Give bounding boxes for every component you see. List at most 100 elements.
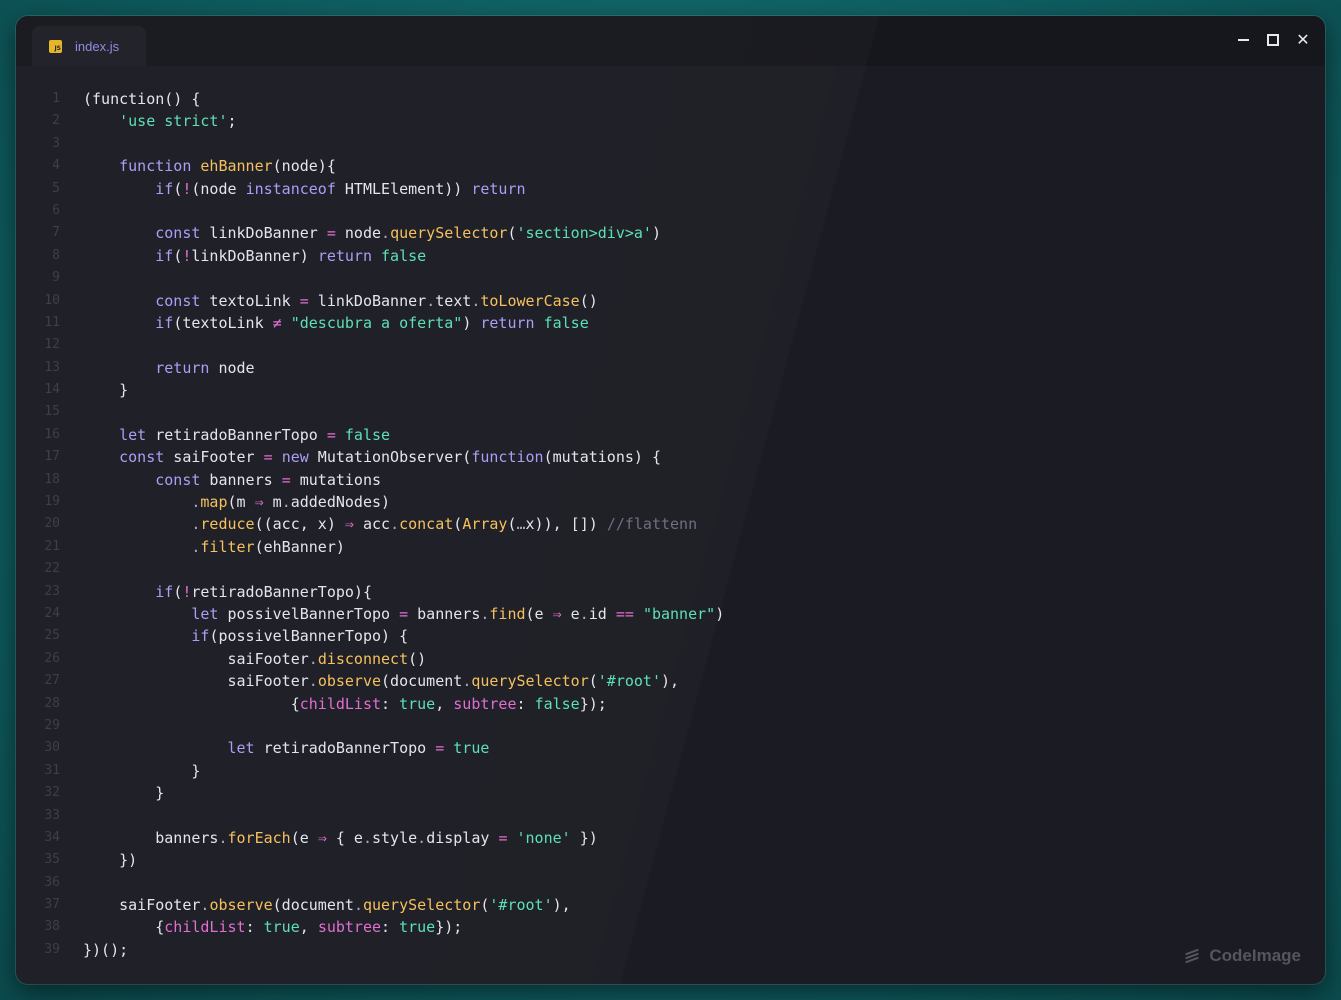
line-number: 31 [44,762,60,778]
code-token: . [308,649,318,668]
code-text: .map(m ⇒ m.addedNodes) [83,491,390,513]
code-token: ( [453,515,463,534]
codeimage-watermark: CodeImage [1185,946,1301,966]
code-line: 35 }) [16,849,1325,871]
code-token: (document [272,896,354,915]
code-token: querySelector [362,896,481,915]
code-token: if [155,179,174,198]
code-token: ), [552,896,571,915]
code-token: 'none' [516,828,571,847]
line-number: 26 [44,650,60,666]
code-text: const banners = mutations [83,469,381,491]
line-number: 5 [52,180,60,196]
code-token: find [489,604,526,623]
code-token: banners [83,828,219,847]
code-line: 34 banners.forEach(e ⇒ { e.style.display… [16,827,1325,849]
code-token: }) [83,851,138,870]
line-number: 34 [44,829,60,845]
code-token: display [426,828,499,847]
code-token: saiFooter [83,672,309,691]
code-token: ⇒ [317,828,327,847]
code-token: ( [588,672,598,691]
code-token: instanceof [245,179,336,198]
code-text: .filter(ehBanner) [83,536,345,558]
code-token: disconnect [317,649,409,668]
line-number: 2 [52,113,60,129]
code-token: . [281,493,291,512]
line-number: 4 [52,158,60,174]
maximize-icon[interactable] [1265,32,1281,48]
code-text: const textoLink = linkDoBanner.text.toLo… [83,290,598,312]
line-number: 10 [44,292,60,308]
code-token: = [281,470,291,489]
line-number: 8 [52,247,60,263]
code-token: (e [290,828,318,847]
code-token: . [308,672,318,691]
code-text: return node [83,357,254,379]
code-token: = [299,291,309,310]
code-token: ((acc, x) [254,515,345,534]
code-line: 16 let retiradoBannerTopo = false [16,424,1325,446]
watermark-label: CodeImage [1209,946,1301,965]
line-number: 18 [44,471,60,487]
code-text: saiFooter.disconnect() [83,648,426,670]
code-text: } [83,379,128,401]
code-text: function ehBanner(node){ [83,155,336,177]
code-token: if [155,246,174,265]
code-token: "descubra a oferta" [290,313,463,332]
code-token: ) [651,224,661,243]
line-number: 33 [44,807,60,823]
line-number: 1 [52,91,60,106]
code-line: 22 [16,558,1325,580]
code-token: const [119,448,165,467]
tab-index-js[interactable]: JS index.js [32,26,146,66]
close-icon[interactable]: ✕ [1295,32,1311,48]
code-token: return [471,179,526,198]
line-number: 37 [44,897,60,913]
line-number: 12 [44,337,60,353]
code-line: 11 if(textoLink ≠ "descubra a oferta") r… [16,312,1325,334]
javascript-file-icon: JS [49,39,62,53]
minimize-icon[interactable] [1235,32,1251,48]
line-number: 11 [44,314,60,330]
line-number: 19 [44,494,60,510]
code-line: 2 'use strict'; [16,110,1325,132]
code-token: } [83,784,165,803]
code-line: 29 [16,715,1325,737]
code-token: }) [570,828,598,847]
code-token: ( [507,224,517,243]
code-token: ; [227,112,237,131]
code-token: childList [164,918,246,937]
code-text: const linkDoBanner = node.querySelector(… [83,222,661,244]
code-token: } [83,381,129,400]
code-token: acc [353,515,391,534]
code-token: () [579,291,598,310]
code-text: let retiradoBannerTopo = true [83,737,490,759]
code-token: style [372,828,418,847]
code-token: . [381,224,391,243]
code-text: const saiFooter = new MutationObserver(f… [83,446,661,468]
code-token: : [245,918,264,937]
code-token: const [155,470,201,489]
code-line: 24 let possivelBannerTopo = banners. find… [16,603,1325,625]
code-token: retiradoBannerTopo [254,739,436,758]
code-line: 21 .filter(ehBanner) [16,536,1325,558]
code-token: = [435,739,445,758]
code-text: if(textoLink ≠ "descubra a oferta") retu… [83,312,589,334]
code-line: 28 {childList: true, subtree: false}); [16,693,1325,715]
code-line: 8 if(!linkDoBanner) return false [16,245,1325,267]
code-token: = [399,604,409,623]
code-token: }); [435,918,463,937]
code-token: (textoLink [173,313,273,332]
code-editor[interactable]: 1 (function() {2 'use strict'; 3 4 function… [16,88,1325,961]
